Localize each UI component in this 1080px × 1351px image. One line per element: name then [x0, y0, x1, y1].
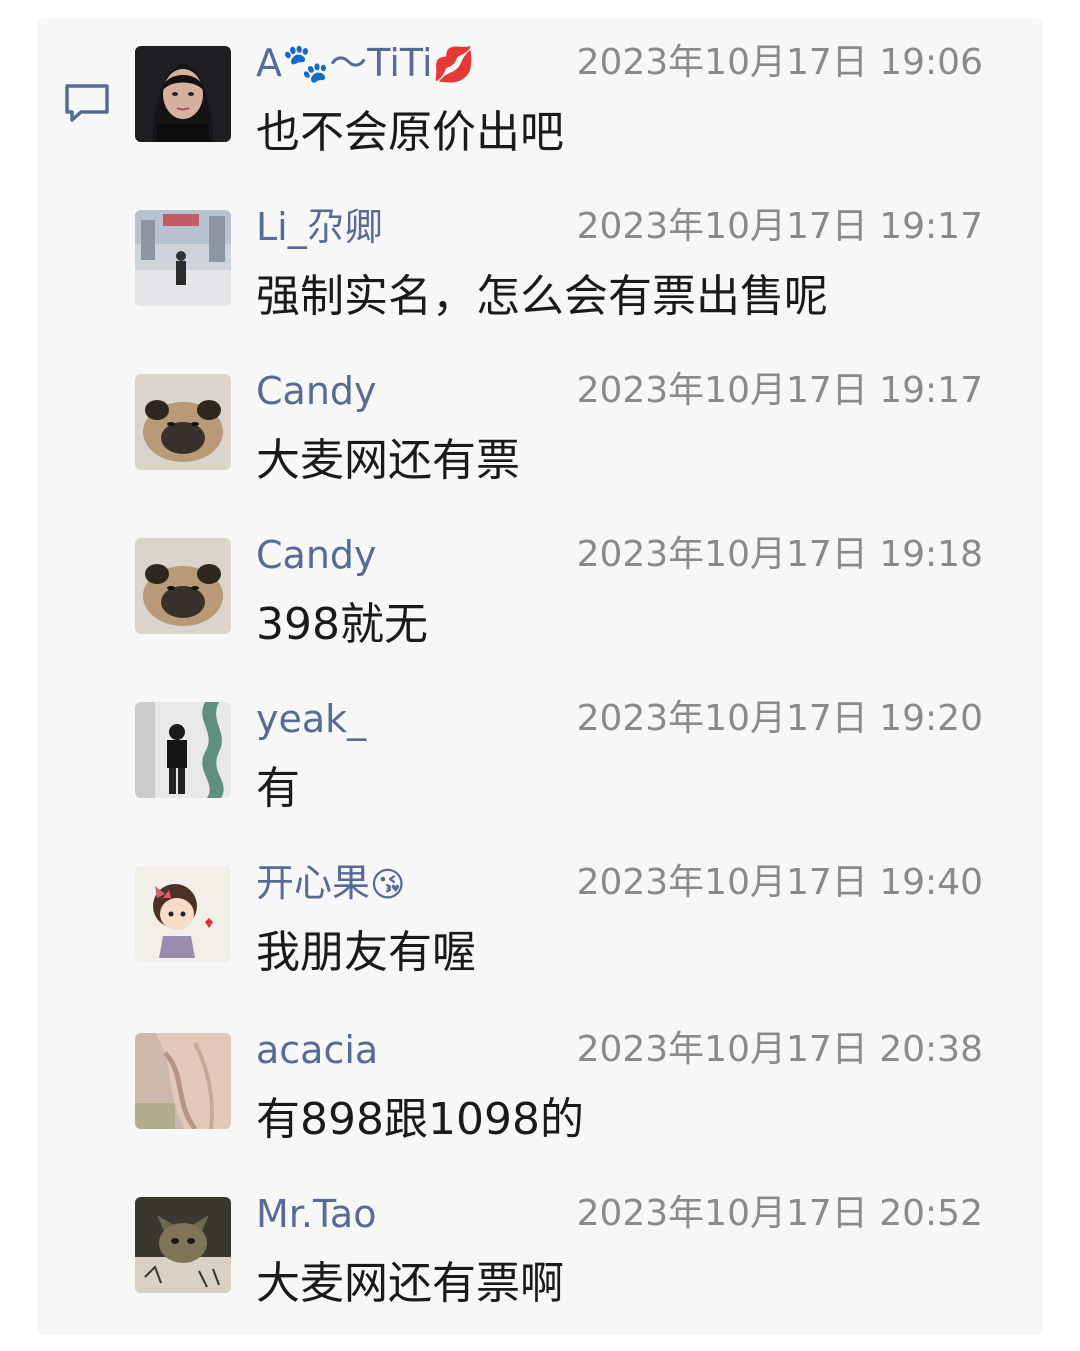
comment-timestamp: 2023年10月17日 19:40 — [576, 862, 983, 903]
pug-avatar[interactable] — [135, 374, 231, 470]
commenter-name[interactable]: Candy — [256, 369, 377, 413]
comment-text: 我朋友有喔 — [256, 927, 476, 978]
dress-photo-avatar[interactable] — [135, 1033, 231, 1129]
comment-timestamp: 2023年10月17日 19:06 — [576, 42, 983, 83]
cat-avatar[interactable] — [135, 1197, 231, 1293]
comment-text: 有 — [256, 763, 300, 814]
comment-timestamp: 2023年10月17日 20:52 — [576, 1193, 983, 1234]
comment-item[interactable]: Candy 2023年10月17日 19:18 398就无 — [37, 511, 1043, 675]
comment-timestamp: 2023年10月17日 20:38 — [576, 1029, 983, 1070]
comment-text: 也不会原价出吧 — [256, 107, 564, 158]
comment-text: 大麦网还有票 — [256, 435, 520, 486]
street-photo-avatar[interactable] — [135, 210, 231, 306]
commenter-name[interactable]: Candy — [256, 533, 377, 577]
lips-emoji-icon: 💋 — [432, 45, 475, 85]
commenter-name[interactable]: A🐾～TiTi💋 — [256, 41, 475, 87]
comment-text: 大麦网还有票啊 — [256, 1258, 564, 1309]
commenter-name[interactable]: yeak_ — [256, 697, 366, 741]
commenter-name[interactable]: acacia — [256, 1028, 378, 1072]
comment-item[interactable]: A🐾～TiTi💋 2023年10月17日 19:06 也不会原价出吧 — [37, 19, 1043, 183]
comment-item[interactable]: Li_尕卿 2023年10月17日 19:17 强制实名，怎么会有票出售呢 — [37, 183, 1043, 347]
comment-timestamp: 2023年10月17日 19:17 — [576, 206, 983, 247]
comment-text: 398就无 — [256, 599, 428, 650]
pug-avatar[interactable] — [135, 538, 231, 634]
woman-photo-avatar[interactable] — [135, 46, 231, 142]
mirror-selfie-avatar[interactable] — [135, 702, 231, 798]
comment-item[interactable]: yeak_ 2023年10月17日 19:20 有 — [37, 675, 1043, 839]
cartoon-girl-avatar[interactable] — [135, 866, 231, 962]
comment-item[interactable]: 开心果😘 2023年10月17日 19:40 我朋友有喔 — [37, 839, 1043, 1003]
comment-timestamp: 2023年10月17日 19:20 — [576, 698, 983, 739]
comment-timestamp: 2023年10月17日 19:18 — [576, 534, 983, 575]
comment-timestamp: 2023年10月17日 19:17 — [576, 370, 983, 411]
commenter-name[interactable]: Mr.Tao — [256, 1192, 376, 1236]
comment-item[interactable]: acacia 2023年10月17日 20:38 有898跟1098的 — [37, 1006, 1043, 1170]
kiss-face-emoji-icon: 😘 — [370, 865, 406, 905]
comment-text: 有898跟1098的 — [256, 1094, 584, 1145]
comment-item[interactable]: Mr.Tao 2023年10月17日 20:52 大麦网还有票啊 — [37, 1170, 1043, 1334]
comment-text: 强制实名，怎么会有票出售呢 — [256, 271, 828, 322]
comment-item[interactable]: Candy 2023年10月17日 19:17 大麦网还有票 — [37, 347, 1043, 511]
commenter-name[interactable]: Li_尕卿 — [256, 205, 383, 249]
commenter-name[interactable]: 开心果😘 — [256, 861, 405, 907]
